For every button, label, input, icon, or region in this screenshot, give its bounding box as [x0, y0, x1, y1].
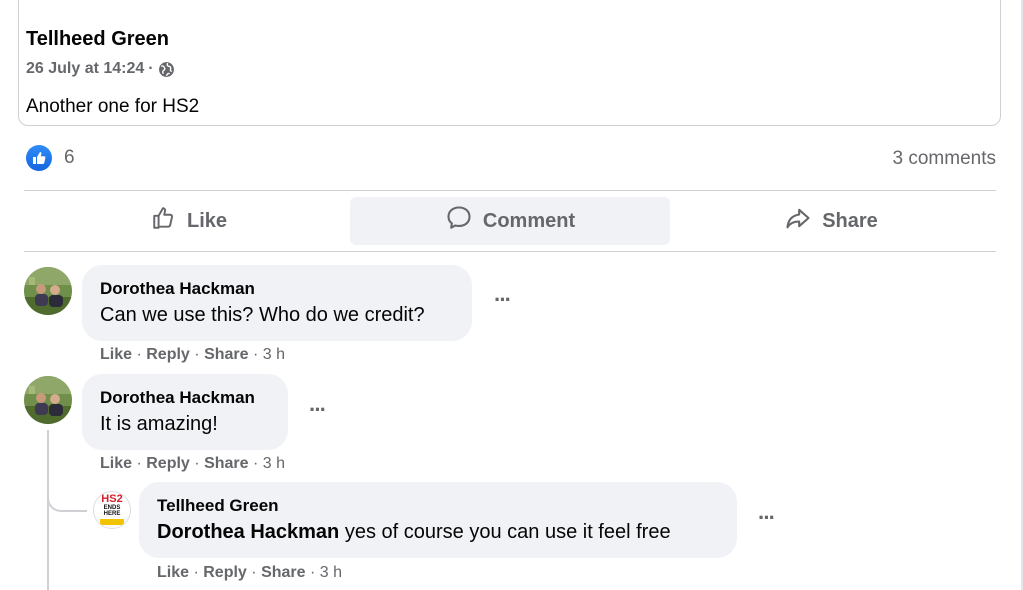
comment-bubble: Dorothea Hackman Can we use this? Who do… — [82, 265, 472, 341]
comment-share-link[interactable]: Share — [261, 564, 305, 581]
comment-text: Dorothea Hackman yes of course you can u… — [157, 519, 719, 545]
thread-line — [47, 430, 49, 590]
post-author-name[interactable]: Tellheed Green — [26, 28, 169, 51]
avatar-logo-stripe — [100, 519, 124, 525]
divider — [24, 251, 996, 252]
comment-text: Can we use this? Who do we credit? — [100, 304, 425, 326]
comment-author[interactable]: Dorothea Hackman — [100, 279, 454, 299]
commenter-avatar[interactable] — [24, 376, 72, 424]
reaction-count: 6 — [64, 147, 75, 168]
globe-icon[interactable] — [158, 61, 175, 78]
comment-actions: Like · Reply · Share · 3 h — [157, 564, 342, 582]
share-button-label: Share — [822, 209, 878, 232]
separator: · — [309, 564, 320, 581]
like-button[interactable]: Like — [29, 197, 349, 245]
hs2-avatar[interactable]: HS2 ENDS HERE — [93, 491, 131, 529]
avatar-logo-text: HS2 — [101, 493, 123, 505]
separator: · — [194, 455, 205, 472]
comment-icon — [445, 204, 473, 238]
like-reaction-icon — [26, 145, 52, 171]
more-options-button[interactable]: ··· — [487, 287, 517, 312]
comment-actions: Like · Reply · Share · 3 h — [100, 346, 285, 364]
post-timestamp[interactable]: 26 July at 14:24 — [26, 60, 144, 78]
comment-button[interactable]: Comment — [350, 197, 670, 245]
separator: · — [252, 455, 263, 472]
comment-time[interactable]: 3 h — [320, 564, 342, 581]
comment-reply-link[interactable]: Reply — [203, 564, 247, 581]
divider — [24, 190, 996, 191]
commenter-avatar[interactable] — [24, 267, 72, 315]
share-arrow-icon — [784, 204, 812, 238]
comment-author[interactable]: Tellheed Green — [157, 496, 719, 516]
comment-bubble: Tellheed Green Dorothea Hackman yes of c… — [139, 482, 737, 558]
mention-link[interactable]: Dorothea Hackman — [157, 521, 339, 543]
comment-actions: Like · Reply · Share · 3 h — [100, 455, 285, 473]
comment-button-label: Comment — [482, 209, 576, 232]
comment-like-link[interactable]: Like — [100, 346, 132, 363]
comment-time[interactable]: 3 h — [263, 455, 285, 472]
separator: · — [136, 346, 147, 363]
comment-bubble: Dorothea Hackman It is amazing! — [82, 374, 288, 450]
post-meta: 26 July at 14:24 · — [26, 60, 175, 78]
comment-share-link[interactable]: Share — [204, 346, 248, 363]
comment-share-link[interactable]: Share — [204, 455, 248, 472]
comment-reply-link[interactable]: Reply — [146, 455, 190, 472]
comment-author[interactable]: Dorothea Hackman — [100, 388, 270, 408]
meta-separator: · — [148, 60, 154, 77]
like-button-label: Like — [186, 209, 228, 232]
more-options-button[interactable]: ··· — [751, 505, 781, 530]
avatar-logo-text: HERE — [103, 511, 121, 517]
post-action-bar: Like Comment Share — [24, 197, 996, 245]
separator: · — [194, 346, 205, 363]
comment-time[interactable]: 3 h — [263, 346, 285, 363]
comment-text: It is amazing! — [100, 413, 218, 435]
comment-reply-link[interactable]: Reply — [146, 346, 190, 363]
post-text: Another one for HS2 — [26, 96, 200, 117]
thread-connector — [47, 490, 87, 512]
reactions-summary[interactable]: 6 — [26, 145, 75, 171]
more-options-button[interactable]: ··· — [302, 397, 332, 422]
comment-like-link[interactable]: Like — [100, 455, 132, 472]
comment-like-link[interactable]: Like — [157, 564, 189, 581]
separator: · — [136, 455, 147, 472]
separator: · — [251, 564, 262, 581]
separator: · — [252, 346, 263, 363]
share-button[interactable]: Share — [671, 197, 991, 245]
separator: · — [193, 564, 204, 581]
reply-text: yes of course you can use it feel free — [339, 521, 671, 543]
comments-count-link[interactable]: 3 comments — [893, 148, 996, 170]
thumbs-up-icon — [151, 205, 177, 237]
